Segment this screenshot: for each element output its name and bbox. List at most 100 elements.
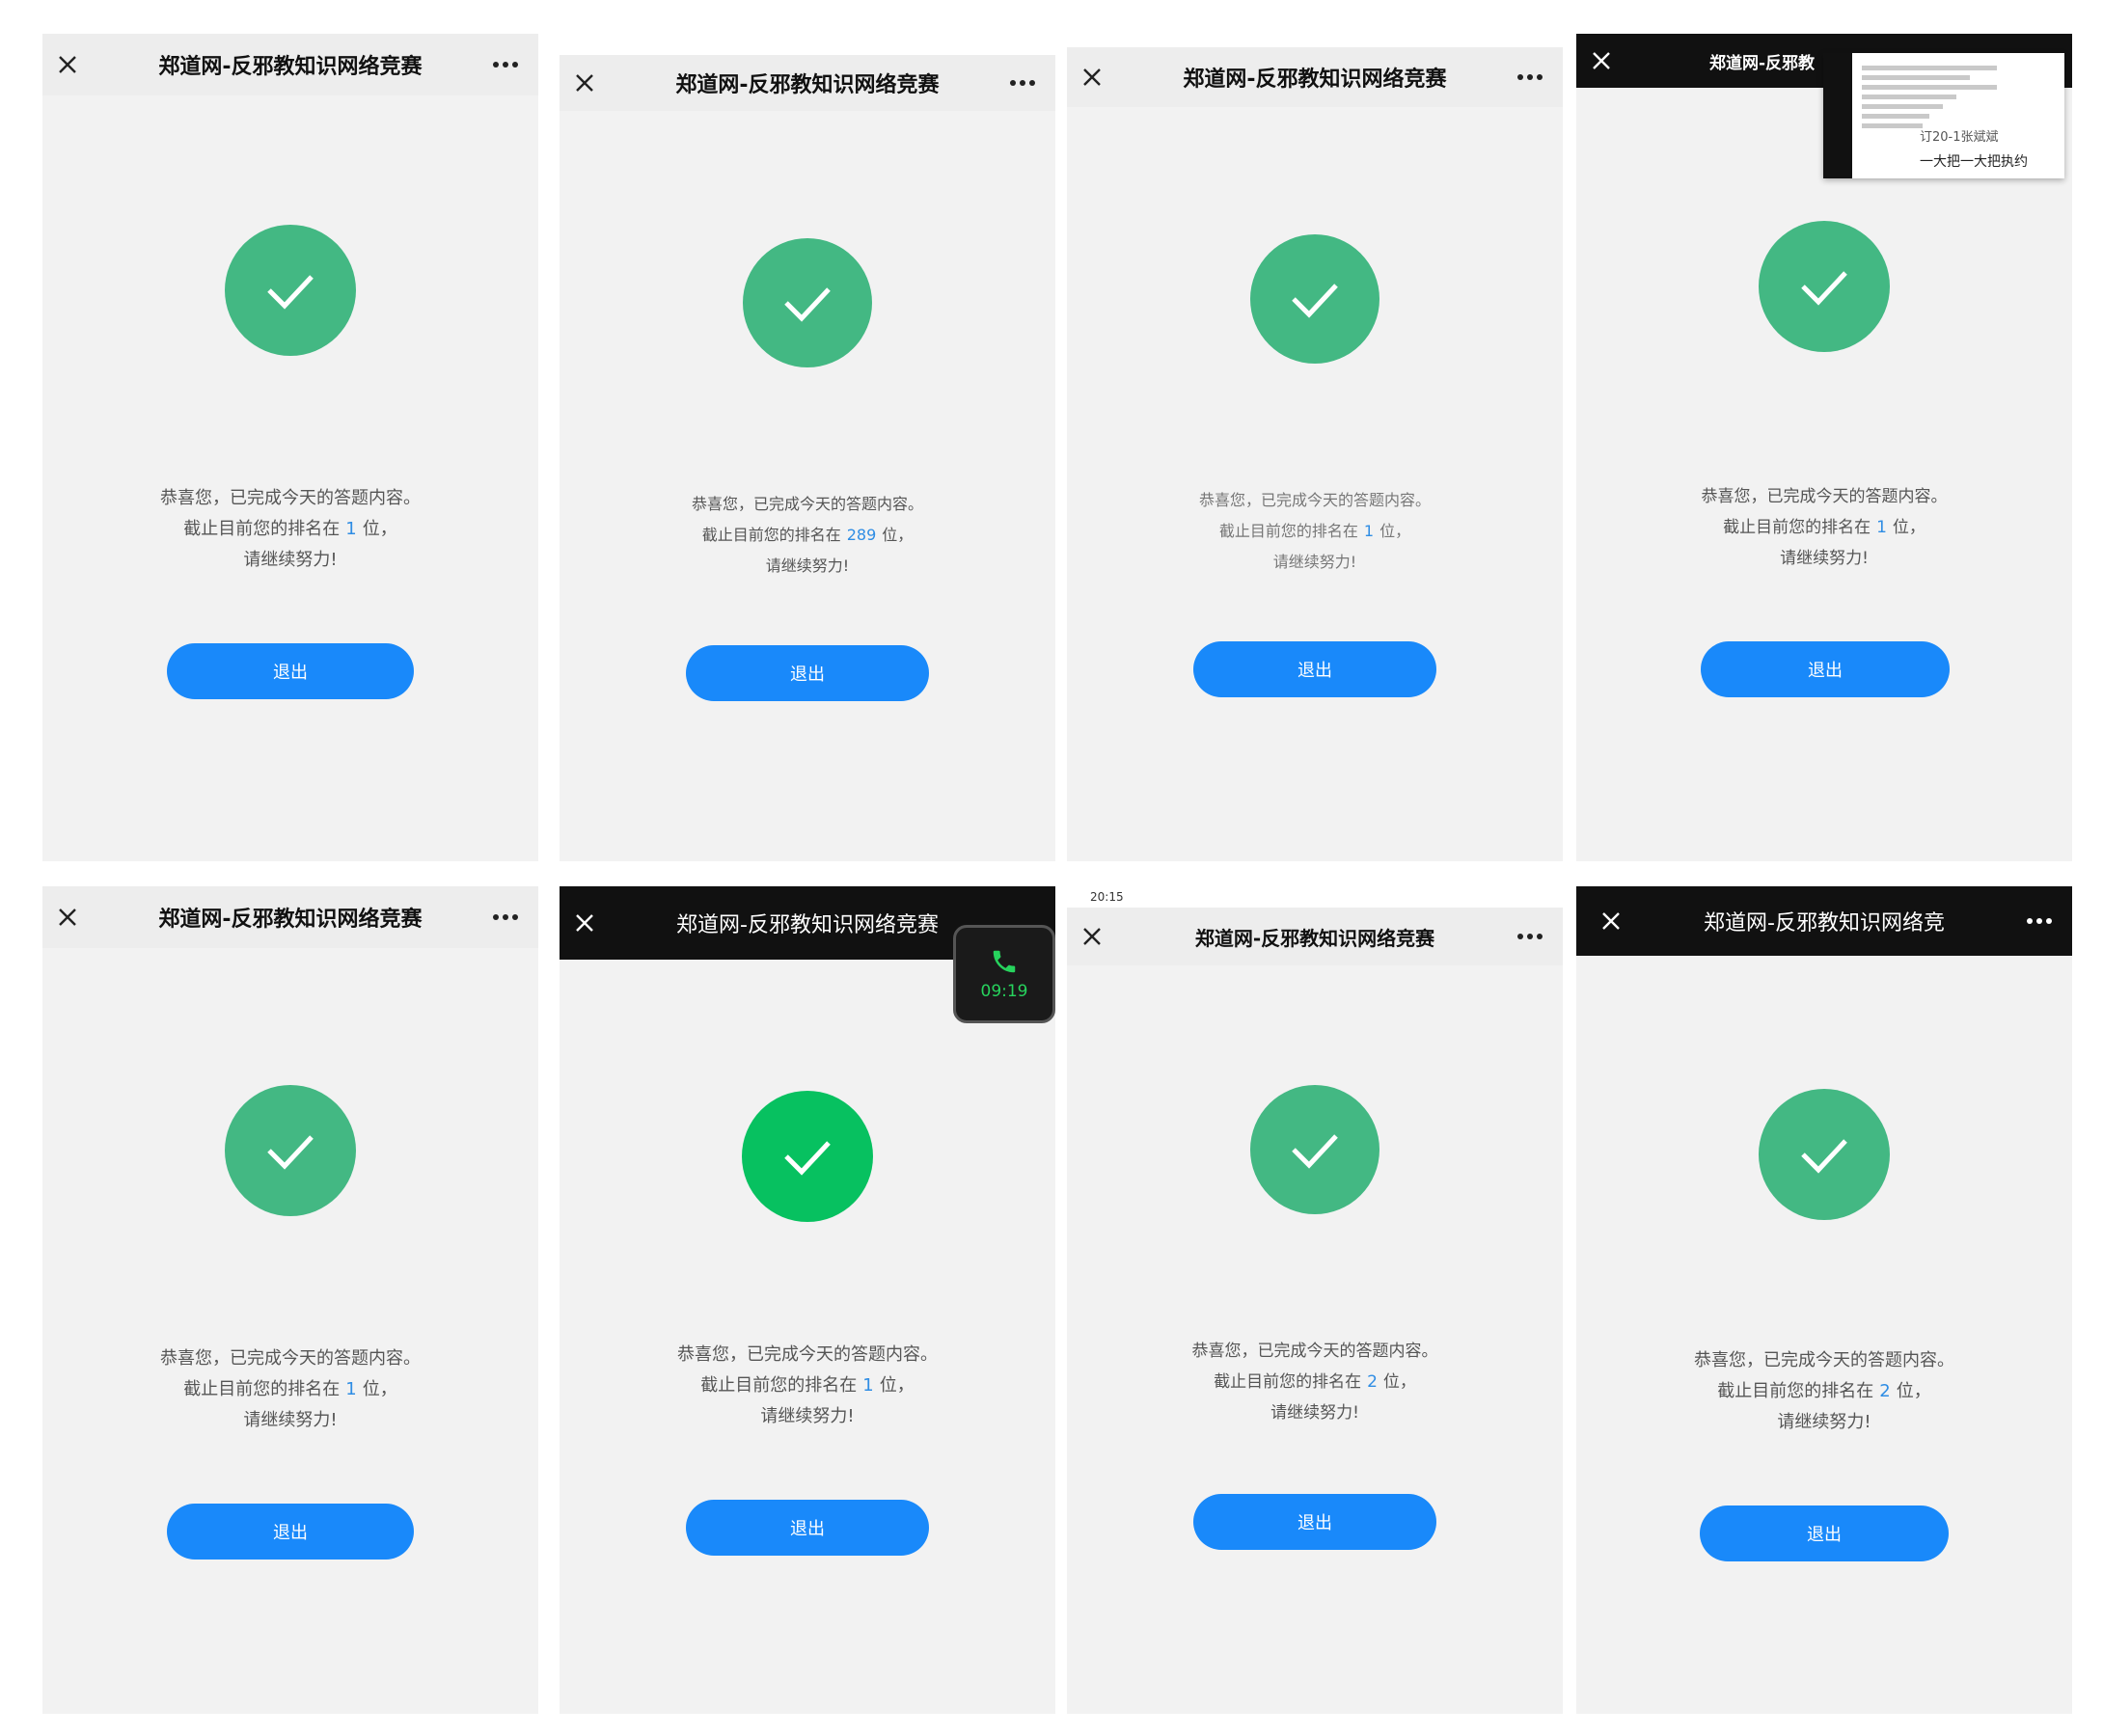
encourage-line: 请继续努力!: [760, 1406, 855, 1426]
screen-card: 20:15 郑道网-反邪教知识网络竞赛 恭喜您，已完成今天的答题内容。 截止目前…: [1067, 886, 1563, 1714]
rank-line: 截止目前您的排名在 1 位，: [183, 1379, 397, 1399]
close-icon[interactable]: [1079, 64, 1106, 91]
rank-line: 截止目前您的排名在 1 位，: [700, 1375, 915, 1396]
success-check-circle: [1250, 1085, 1379, 1214]
congrats-line: 恭喜您，已完成今天的答题内容。: [1191, 1342, 1438, 1361]
page-title: 郑道网-反邪教: [1709, 53, 1816, 73]
more-icon[interactable]: [2024, 908, 2055, 935]
more-icon[interactable]: [1007, 69, 1038, 96]
result-message: 恭喜您，已完成今天的答题内容。 截止目前您的排名在 2 位， 请继续努力!: [1576, 1345, 2072, 1438]
exit-button[interactable]: 退出: [1700, 1505, 1949, 1561]
rank-number: 1: [345, 1379, 357, 1399]
exit-button[interactable]: 退出: [686, 1500, 929, 1556]
close-icon[interactable]: [54, 904, 81, 931]
screen-card: 郑道网-反邪教知识网络竞赛 09:19 恭喜您，已完成今天的答题内容。 截止目前…: [560, 886, 1055, 1714]
note-line-1: 订20-1张斌斌: [1920, 130, 1999, 145]
title-bar: 郑道网-反邪教知识网络竞赛: [1067, 47, 1563, 107]
rank-line: 截止目前您的排名在 1 位，: [183, 519, 397, 539]
result-message: 恭喜您，已完成今天的答题内容。 截止目前您的排名在 1 位， 请继续努力!: [560, 1340, 1055, 1432]
success-check-circle: [743, 238, 872, 367]
exit-button[interactable]: 退出: [686, 645, 929, 701]
page-title: 郑道网-反邪教知识网络竞赛: [675, 73, 940, 97]
success-check-circle: [742, 1091, 873, 1222]
success-check-circle: [1759, 1089, 1890, 1220]
phone-icon: [993, 950, 1016, 973]
congrats-line: 恭喜您，已完成今天的答题内容。: [1198, 491, 1431, 509]
check-icon: [267, 275, 314, 310]
screenshot-grid: 郑道网-反邪教知识网络竞赛 恭喜您，已完成今天的答题内容。 截止目前您的排名在 1…: [42, 34, 2072, 1714]
screen-card: 郑道网-反邪教知识网络竞赛 恭喜您，已完成今天的答题内容。 截止目前您的排名在 1…: [42, 886, 538, 1714]
title-bar: 郑道网-反邪教知识网络竞赛: [1067, 908, 1563, 965]
more-icon[interactable]: [490, 904, 521, 931]
rank-number: 1: [1363, 522, 1375, 540]
encourage-line: 请继续努力!: [1780, 549, 1869, 568]
congrats-line: 恭喜您，已完成今天的答题内容。: [691, 495, 923, 513]
encourage-line: 请继续努力!: [1272, 553, 1357, 571]
rank-line: 截止目前您的排名在 1 位，: [1723, 518, 1925, 537]
page-title: 郑道网-反邪教知识网络竞赛: [158, 908, 423, 932]
page-title: 郑道网-反邪教知识网络竞赛: [676, 913, 939, 937]
note-text-lines: [1862, 61, 1997, 133]
result-message: 恭喜您，已完成今天的答题内容。 截止目前您的排名在 289 位， 请继续努力!: [560, 489, 1055, 582]
rank-line: 截止目前您的排名在 289 位，: [701, 526, 914, 544]
exit-button[interactable]: 退出: [167, 643, 414, 699]
screen-card: 郑道网-反邪教知识网络竞赛 恭喜您，已完成今天的答题内容。 截止目前您的排名在 2…: [560, 34, 1055, 861]
page-title: 郑道网-反邪教知识网络竞赛: [158, 55, 423, 79]
floating-note-overlay[interactable]: 订20-1张斌斌 一大把一大把执约: [1823, 53, 2064, 178]
rank-number: 2: [1367, 1372, 1378, 1392]
exit-button[interactable]: 退出: [1701, 641, 1950, 697]
title-bar: 郑道网-反邪教知识网络竞赛: [42, 886, 538, 948]
rank-number: 1: [862, 1375, 874, 1396]
congrats-line: 恭喜您，已完成今天的答题内容。: [1694, 1350, 1954, 1370]
title-bar: 郑道网-反邪教知识网络竞赛: [560, 55, 1055, 111]
check-icon: [1801, 1139, 1847, 1174]
rank-line: 截止目前您的排名在 2 位，: [1214, 1372, 1416, 1392]
result-message: 恭喜您，已完成今天的答题内容。 截止目前您的排名在 1 位， 请继续努力!: [42, 483, 538, 576]
check-icon: [1292, 1134, 1338, 1169]
more-icon[interactable]: [490, 51, 521, 78]
check-icon: [267, 1135, 314, 1170]
close-icon[interactable]: [54, 51, 81, 78]
close-icon[interactable]: [571, 69, 598, 96]
success-check-circle: [225, 1085, 356, 1216]
more-icon[interactable]: [1515, 64, 1545, 91]
screen-card: 郑道网-反邪教知识网络竞 恭喜您，已完成今天的答题内容。 截止目前您的排名在 2 位…: [1576, 886, 2072, 1714]
result-message: 恭喜您，已完成今天的答题内容。 截止目前您的排名在 1 位， 请继续努力!: [1576, 481, 2072, 574]
status-time: 20:15: [1090, 890, 1124, 904]
page-title: 郑道网-反邪教知识网络竞: [1704, 911, 1945, 936]
exit-button[interactable]: 退出: [1193, 1494, 1436, 1550]
success-check-circle: [225, 225, 356, 356]
result-message: 恭喜您，已完成今天的答题内容。 截止目前您的排名在 2 位， 请继续努力!: [1067, 1336, 1563, 1428]
close-icon[interactable]: [1588, 47, 1615, 74]
screen-card: 郑道网-反邪教知识网络竞赛 恭喜您，已完成今天的答题内容。 截止目前您的排名在 1…: [42, 34, 538, 861]
congrats-line: 恭喜您，已完成今天的答题内容。: [160, 1348, 421, 1369]
close-icon[interactable]: [571, 909, 598, 936]
title-bar: 郑道网-反邪教知识网络竞: [1576, 886, 2072, 956]
encourage-line: 请继续努力!: [1777, 1412, 1871, 1432]
floating-call-widget[interactable]: 09:19: [953, 925, 1055, 1023]
congrats-line: 恭喜您，已完成今天的答题内容。: [160, 488, 421, 508]
status-bar: [560, 34, 1055, 55]
rank-number: 1: [345, 519, 357, 539]
rank-number: 289: [846, 526, 877, 544]
result-message: 恭喜您，已完成今天的答题内容。 截止目前您的排名在 1 位， 请继续努力!: [1067, 485, 1563, 578]
exit-button[interactable]: 退出: [1193, 641, 1436, 697]
rank-line: 截止目前您的排名在 1 位，: [1218, 522, 1411, 540]
status-bar: 20:15: [1067, 886, 1563, 908]
note-line-2: 一大把一大把执约: [1920, 154, 2028, 170]
exit-button[interactable]: 退出: [167, 1504, 414, 1560]
encourage-line: 请继续努力!: [243, 550, 338, 570]
check-icon: [784, 287, 831, 322]
call-duration: 09:19: [980, 982, 1028, 1001]
success-check-circle: [1759, 221, 1890, 352]
title-bar: 郑道网-反邪教知识网络竞赛: [42, 34, 538, 95]
more-icon[interactable]: [1515, 923, 1545, 950]
rank-number: 1: [1876, 518, 1887, 537]
close-icon[interactable]: [1079, 923, 1106, 950]
encourage-line: 请继续努力!: [1270, 1403, 1359, 1423]
encourage-line: 请继续努力!: [243, 1410, 338, 1430]
close-icon[interactable]: [1598, 908, 1625, 935]
page-title: 郑道网-反邪教知识网络竞赛: [1194, 926, 1435, 950]
screen-card: 郑道网-反邪教知识网络竞赛 恭喜您，已完成今天的答题内容。 截止目前您的排名在 1…: [1067, 34, 1563, 861]
encourage-line: 请继续努力!: [765, 556, 850, 575]
